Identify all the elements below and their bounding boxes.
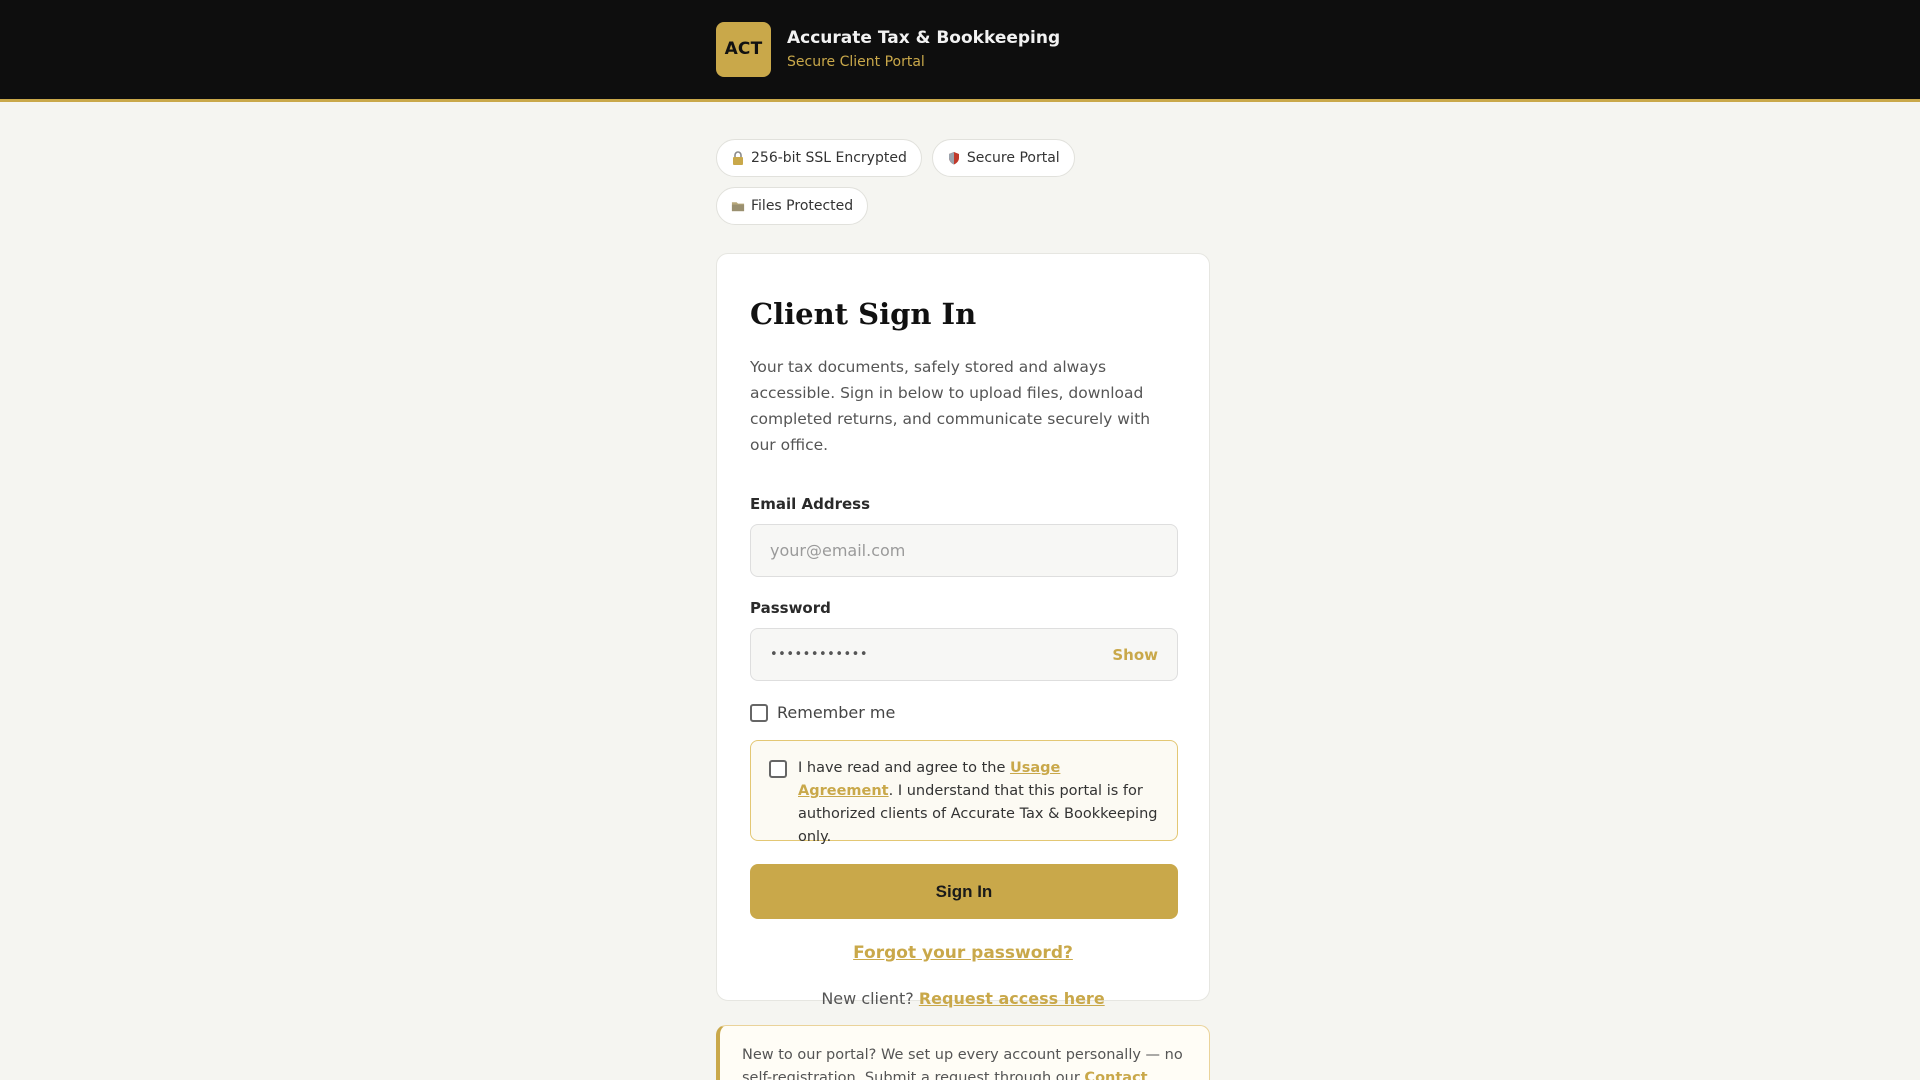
remember-me[interactable]: Remember me [750, 703, 1176, 722]
email-field-wrapper [750, 524, 1178, 577]
shield-icon [947, 151, 961, 165]
brand[interactable]: ACT Accurate Tax & Bookkeeping Secure Cl… [716, 21, 1060, 77]
top-header: ACT Accurate Tax & Bookkeeping Secure Cl… [0, 0, 1920, 102]
badge-files-protected: Files Protected [716, 187, 869, 225]
agreement-text: I have read and agree to the Usage Agree… [798, 757, 1159, 845]
sign-in-button[interactable]: Sign In [750, 864, 1178, 919]
password-value: •••••••••••• [770, 647, 869, 662]
agreement-prefix: I have read and agree to the [798, 760, 1010, 776]
email-label: Email Address [750, 495, 871, 513]
new-portal-notice: New to our portal? We set up every accou… [716, 1025, 1210, 1080]
badge-ssl: 256-bit SSL Encrypted [716, 139, 922, 177]
email-field[interactable] [770, 541, 1158, 560]
new-client-prefix: New client? [821, 989, 919, 1008]
usage-agreement-box: I have read and agree to the Usage Agree… [750, 740, 1178, 845]
new-client-line: New client? Request access here [750, 989, 1176, 1008]
signin-description: Your tax documents, safely stored and al… [750, 358, 1151, 454]
brand-logo: ACT [716, 21, 771, 77]
remember-me-checkbox[interactable] [750, 703, 768, 722]
lock-icon [731, 151, 745, 165]
page-title: Client Sign In [750, 297, 977, 331]
brand-subtitle: Secure Client Portal [787, 53, 925, 70]
brand-text: Accurate Tax & Bookkeeping Secure Client… [787, 26, 1060, 73]
forgot-password-link[interactable]: Forgot your password? [750, 943, 1176, 963]
password-label: Password [750, 599, 831, 617]
folder-icon [731, 199, 745, 213]
remember-me-label: Remember me [777, 703, 896, 722]
brand-name: Accurate Tax & Bookkeeping [787, 27, 1061, 48]
badge-label: 256-bit SSL Encrypted [751, 150, 907, 166]
password-field[interactable]: •••••••••••• Show [750, 628, 1178, 681]
agreement-checkbox[interactable] [769, 760, 787, 778]
badge-label: Files Protected [751, 198, 854, 214]
badge-label: Secure Portal [966, 150, 1060, 166]
show-password-button[interactable]: Show [1112, 646, 1158, 664]
signin-card: Client Sign In Your tax documents, safel… [716, 253, 1210, 1008]
request-access-link[interactable]: Request access here [919, 989, 1105, 1008]
security-badges: 256-bit SSL Encrypted Secure Portal File… [716, 139, 1116, 225]
badge-secure-portal: Secure Portal [931, 139, 1075, 177]
